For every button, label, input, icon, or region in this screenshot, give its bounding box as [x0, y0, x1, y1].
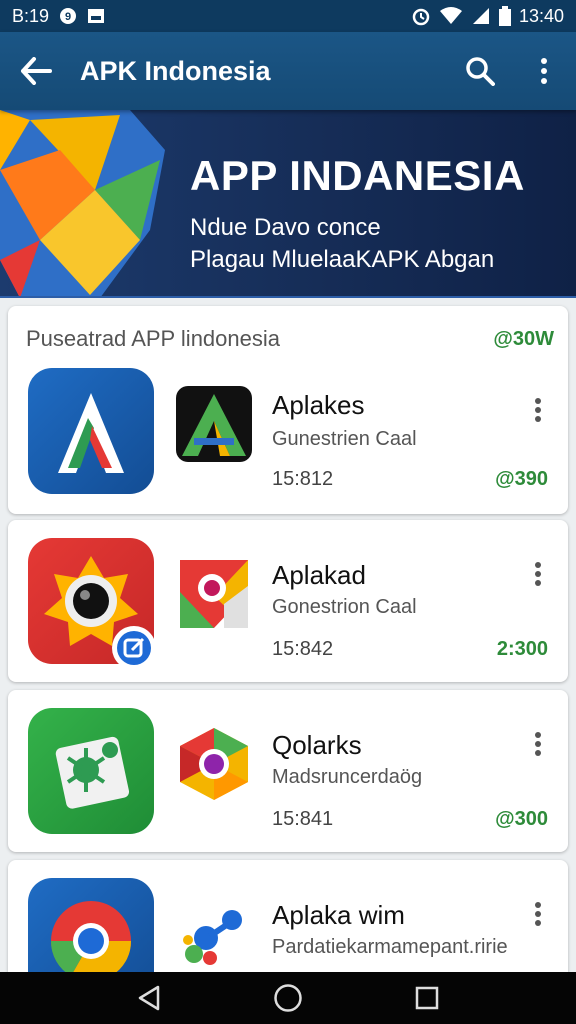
- app-menu-button[interactable]: [522, 554, 554, 594]
- more-vert-icon: [535, 732, 541, 756]
- battery-icon: [498, 6, 511, 26]
- app-card[interactable]: Aplakad Gonestrion Caal 15:842 2:300: [8, 520, 568, 682]
- app-name: Aplakes: [272, 390, 365, 420]
- aplakes-app-icon: [28, 368, 154, 494]
- promo-banner[interactable]: APP INDANESIA Ndue Davo conce Plagau Mlu…: [0, 110, 576, 298]
- app-name: Qolarks: [272, 730, 362, 760]
- banner-logo-icon: [0, 110, 165, 296]
- more-vert-icon: [535, 398, 541, 422]
- app-meta: 15:841: [272, 808, 334, 830]
- section-count: @30W: [493, 328, 554, 350]
- app-developer: Pardatiekarmamepant.ririe: [272, 936, 508, 958]
- app-card[interactable]: Puseatrad APP lindonesia @30W Aplakes Gu…: [8, 306, 568, 514]
- status-time-left: B:19: [12, 5, 50, 26]
- recents-square-icon: [415, 986, 438, 1010]
- more-vert-icon: [541, 58, 547, 84]
- more-vert-icon: [535, 562, 541, 586]
- image-icon: [87, 8, 105, 24]
- app-rating: 2:300: [496, 638, 548, 660]
- nav-back-button[interactable]: [119, 972, 179, 1024]
- app-card[interactable]: Qolarks Madsruncerdaög 15:841 @300: [8, 690, 568, 852]
- app-title: APK Indonesia: [80, 55, 271, 86]
- app-developer: Gonestrion Caal: [272, 596, 417, 618]
- app-menu-button[interactable]: [522, 724, 554, 764]
- edit-badge-icon: [112, 626, 156, 670]
- app-list-section: Puseatrad APP lindonesia @30W Aplakes Gu…: [8, 300, 568, 1004]
- app-developer: Gunestrien Caal: [272, 428, 417, 450]
- status-time-right: 13:40: [518, 5, 564, 26]
- app-bar: APK Indonesia: [0, 32, 576, 110]
- qolarks-app-icon: [28, 708, 154, 834]
- banner-line-2: Plagau MluelaaKAPK Abgan: [190, 246, 495, 273]
- svg-text:9: 9: [65, 11, 71, 23]
- back-button[interactable]: [0, 32, 72, 110]
- app-developer: Madsruncerdaög: [272, 766, 423, 788]
- home-circle-icon: [274, 984, 302, 1012]
- notification-icon: 9: [59, 7, 77, 25]
- nav-home-button[interactable]: [258, 972, 318, 1024]
- app-rating: @300: [495, 808, 548, 830]
- search-button[interactable]: [448, 32, 512, 110]
- system-nav-bar: [0, 972, 576, 1024]
- alarm-icon: [411, 6, 431, 26]
- back-triangle-icon: [139, 985, 160, 1011]
- app-meta: 15:812: [272, 468, 334, 490]
- app-meta: 15:842: [272, 638, 334, 660]
- app-rating: @390: [495, 468, 548, 490]
- nav-recents-button[interactable]: [397, 972, 457, 1024]
- aplakes-logo-icon: [176, 386, 252, 462]
- app-menu-button[interactable]: [522, 894, 554, 934]
- app-menu-button[interactable]: [522, 390, 554, 430]
- qolarks-logo-icon: [176, 726, 252, 802]
- app-name: Aplaka wim: [272, 900, 405, 930]
- banner-line-1: Ndue Davo conce: [190, 214, 381, 241]
- aplakad-logo-icon: [176, 556, 252, 632]
- search-icon: [466, 57, 495, 86]
- status-bar: B:19 9 13:40: [0, 0, 576, 32]
- signal-icon: [471, 7, 491, 25]
- banner-title: APP INDANESIA: [190, 152, 525, 199]
- back-arrow-icon: [21, 57, 52, 85]
- overflow-menu-button[interactable]: [512, 32, 576, 110]
- section-heading: Puseatrad APP lindonesia: [26, 326, 280, 351]
- wifi-icon: [439, 7, 463, 25]
- aplaka-wim-logo-icon: [176, 896, 252, 972]
- more-vert-icon: [535, 902, 541, 926]
- app-name: Aplakad: [272, 560, 366, 590]
